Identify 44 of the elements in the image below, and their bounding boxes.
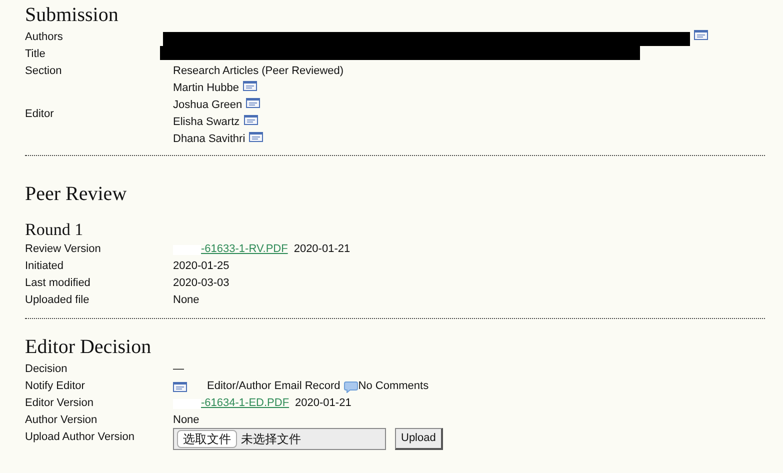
section-heading: Editor Decision bbox=[25, 335, 152, 360]
editor-name: Martin Hubbe bbox=[173, 81, 240, 96]
email-record-link[interactable]: Editor/Author Email Record bbox=[207, 378, 340, 395]
editor-name: Joshua Green bbox=[173, 98, 242, 113]
choose-file-button[interactable]: 选取文件 bbox=[177, 430, 237, 448]
field-value: 2020-01-25 bbox=[173, 260, 230, 272]
field-label: Uploaded file bbox=[25, 293, 90, 308]
file-date: 2020-01-21 bbox=[294, 242, 350, 257]
field-label: Editor bbox=[25, 106, 55, 122]
no-file-text: 未选择文件 bbox=[241, 430, 301, 448]
comments-link[interactable]: No Comments bbox=[358, 378, 429, 395]
speech-bubble-icon[interactable] bbox=[344, 380, 358, 392]
field-label: Last modified bbox=[25, 276, 92, 291]
field-label: Section bbox=[25, 64, 63, 79]
envelope-icon[interactable] bbox=[694, 30, 708, 40]
envelope-icon[interactable] bbox=[173, 382, 187, 392]
upload-button[interactable]: Upload bbox=[395, 428, 443, 450]
field-label: Initiated bbox=[25, 259, 65, 274]
field-value: Research Articles (Peer Reviewed) bbox=[173, 65, 344, 77]
field-label: Author Version bbox=[25, 413, 98, 428]
field-value: — bbox=[173, 363, 184, 375]
file-link[interactable]: -61634-1-ED.PDF bbox=[201, 395, 290, 412]
section-heading: Peer Review bbox=[25, 182, 128, 207]
field-label: Notify Editor bbox=[25, 379, 86, 394]
envelope-icon[interactable] bbox=[244, 115, 258, 125]
field-label: Authors bbox=[25, 30, 64, 45]
field-label: Decision bbox=[25, 362, 68, 377]
editor-name: Elisha Swartz bbox=[173, 115, 240, 130]
field-value: None bbox=[173, 414, 200, 426]
field-value: 2020-03-03 bbox=[173, 277, 230, 289]
field-label: Editor Version bbox=[25, 396, 94, 411]
field-label: Title bbox=[25, 47, 46, 62]
field-value: None bbox=[173, 294, 200, 306]
envelope-icon[interactable] bbox=[249, 132, 264, 142]
envelope-icon[interactable] bbox=[246, 98, 260, 108]
field-label: Upload Author Version bbox=[25, 430, 136, 445]
file-link[interactable]: -61633-1-RV.PDF bbox=[201, 241, 288, 258]
field-label: Review Version bbox=[25, 242, 102, 257]
section-heading: Submission bbox=[25, 3, 120, 28]
envelope-icon[interactable] bbox=[243, 81, 258, 91]
file-input[interactable]: 选取文件 未选择文件 bbox=[173, 428, 386, 450]
editor-name: Dhana Savithri bbox=[173, 132, 246, 147]
section-heading: Round 1 bbox=[25, 219, 84, 241]
file-date: 2020-01-21 bbox=[295, 396, 352, 411]
